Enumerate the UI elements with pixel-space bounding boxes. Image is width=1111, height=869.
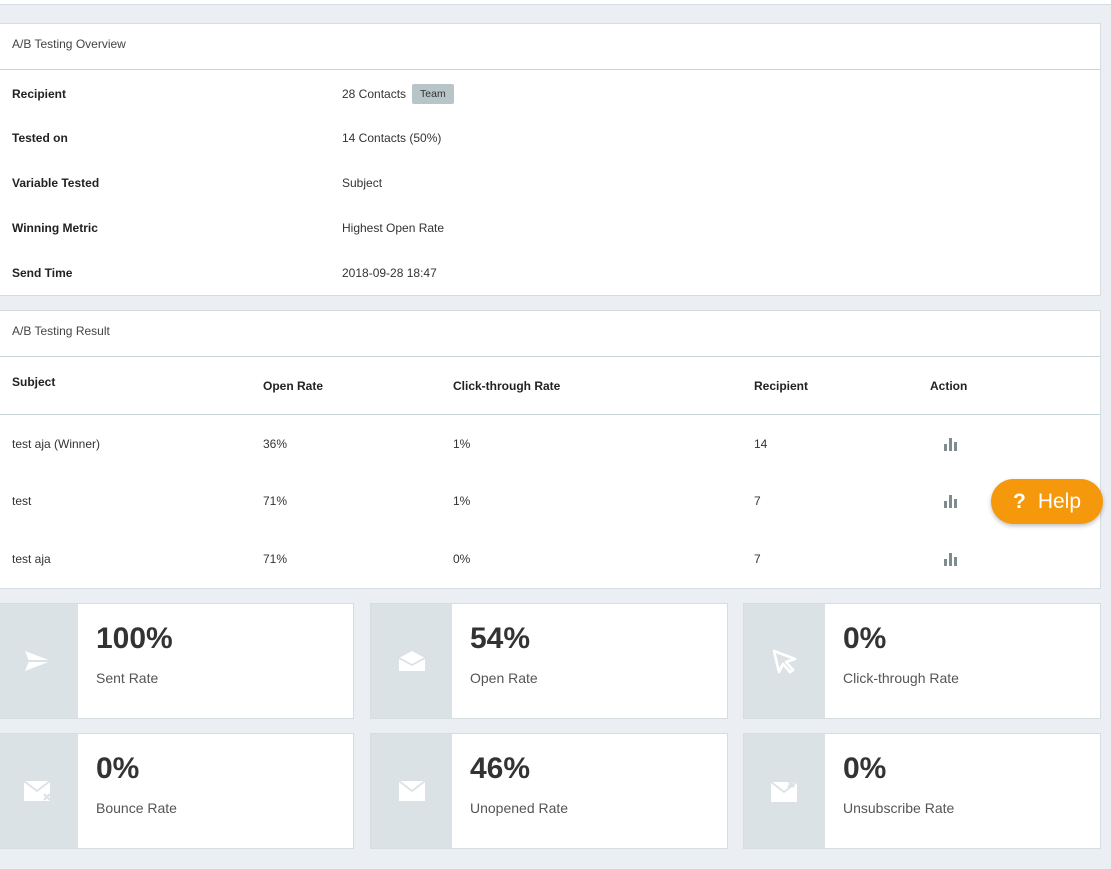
table-row: test aja (Winner) 36% 1% 14 (0, 437, 1100, 457)
ab-testing-result-panel: A/B Testing Result Subject Open Rate Cli… (0, 310, 1101, 589)
envelope-remove-icon (769, 780, 798, 802)
open-envelope-icon (398, 651, 425, 671)
stat-value: 0% (843, 622, 887, 655)
ctr-cell: 1% (453, 494, 471, 508)
table-row: test aja 71% 0% 7 (0, 552, 1100, 572)
ctr-cell: 1% (453, 437, 471, 451)
result-table-header: Subject Open Rate Click-through Rate Rec… (0, 356, 1100, 415)
overview-value: 2018-09-28 18:47 (342, 266, 437, 280)
subject-cell: test (12, 494, 32, 508)
team-badge: Team (412, 84, 454, 104)
overview-row-variable: Variable Tested Subject (0, 176, 1100, 196)
column-header-ctr: Click-through Rate (453, 379, 561, 393)
overview-value: Subject (342, 176, 383, 190)
column-header-open-rate: Open Rate (263, 379, 324, 393)
subject-cell: test aja (12, 552, 51, 566)
overview-row-tested-on: Tested on 14 Contacts (50%) (0, 131, 1100, 151)
overview-label: Tested on (12, 131, 68, 145)
stat-card-bounce-rate: 0% Bounce Rate (0, 733, 354, 849)
cursor-icon (772, 649, 796, 674)
open-rate-cell: 71% (263, 494, 288, 508)
stat-card-sent-rate: 100% Sent Rate (0, 603, 354, 719)
overview-value: Highest Open Rate (342, 221, 445, 235)
column-header-subject: Subject (12, 375, 56, 389)
stat-value: 54% (470, 622, 531, 655)
stat-label: Open Rate (470, 670, 538, 686)
overview-label: Send Time (12, 266, 73, 280)
overview-value: 14 Contacts (50%) (342, 131, 442, 145)
overview-row-send-time: Send Time 2018-09-28 18:47 (0, 266, 1100, 286)
question-icon: ? (1012, 489, 1026, 513)
paper-plane-icon (24, 651, 51, 671)
overview-row-recipient: Recipient 28 Contacts Team (0, 84, 1100, 105)
stat-label: Sent Rate (96, 670, 159, 686)
recipient-cell: 7 (754, 494, 761, 508)
envelope-icon (397, 780, 426, 801)
ab-testing-overview-panel: A/B Testing Overview Recipient 28 Contac… (0, 23, 1101, 296)
result-title: A/B Testing Result (0, 311, 1100, 357)
stat-card-unsubscribe-rate: 0% Unsubscribe Rate (743, 733, 1101, 849)
stat-card-open-rate: 54% Open Rate (370, 603, 728, 719)
overview-value: 28 Contacts Team (342, 84, 454, 105)
table-row: test 71% 1% 7 (0, 494, 1100, 514)
ctr-cell: 0% (453, 552, 471, 566)
stat-label: Unopened Rate (470, 800, 569, 816)
column-header-recipient: Recipient (754, 379, 809, 393)
overview-title: A/B Testing Overview (0, 24, 1100, 70)
stat-card-unopened-rate: 46% Unopened Rate (370, 733, 728, 849)
top-border (0, 0, 1111, 5)
help-label: Help (1037, 489, 1082, 513)
help-button[interactable]: ? Help (991, 479, 1103, 524)
stat-label: Click-through Rate (843, 670, 959, 686)
recipient-cell: 14 (754, 437, 768, 451)
stat-value: 100% (96, 622, 173, 655)
envelope-x-icon (22, 780, 51, 801)
bar-chart-icon[interactable] (943, 552, 959, 566)
overview-row-winning-metric: Winning Metric Highest Open Rate (0, 221, 1100, 241)
overview-label: Variable Tested (12, 176, 100, 190)
open-rate-cell: 36% (263, 437, 288, 451)
stat-value: 46% (470, 752, 531, 785)
open-rate-cell: 71% (263, 552, 288, 566)
stat-label: Unsubscribe Rate (843, 800, 955, 816)
stat-value: 0% (96, 752, 140, 785)
stat-value: 0% (843, 752, 887, 785)
overview-label: Recipient (12, 87, 67, 101)
recipient-count: 28 Contacts (342, 87, 407, 102)
overview-label: Winning Metric (12, 221, 98, 235)
subject-cell: test aja (Winner) (12, 437, 101, 451)
column-header-action: Action (930, 379, 968, 393)
recipient-cell: 7 (754, 552, 761, 566)
bar-chart-icon[interactable] (943, 437, 959, 451)
bar-chart-icon[interactable] (943, 494, 959, 508)
stat-label: Bounce Rate (96, 800, 177, 816)
stat-card-click-through-rate: 0% Click-through Rate (743, 603, 1101, 719)
